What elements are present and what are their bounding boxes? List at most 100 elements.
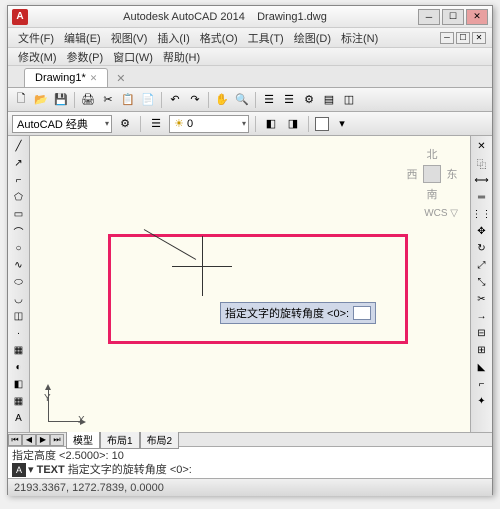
point-tool-icon[interactable]: · bbox=[10, 325, 28, 341]
menu-edit[interactable]: 编辑(E) bbox=[60, 28, 105, 48]
ellipse-arc-icon[interactable]: ◡ bbox=[10, 291, 28, 307]
join-tool-icon[interactable]: ⊞ bbox=[473, 342, 491, 358]
mdi-minimize[interactable]: ─ bbox=[440, 32, 454, 44]
extend-tool-icon[interactable]: → bbox=[473, 308, 491, 324]
print-icon[interactable]: 🖨 bbox=[79, 91, 97, 109]
pline-tool-icon[interactable]: ⌐ bbox=[10, 172, 28, 188]
mirror-tool-icon[interactable]: ⟷ bbox=[473, 172, 491, 188]
menu-view[interactable]: 视图(V) bbox=[107, 28, 152, 48]
close-button[interactable]: ✕ bbox=[466, 9, 488, 25]
drawing-canvas[interactable]: 北 西东 南 WCS ▽ 指定文字的旋转角度 <0>: Y X bbox=[30, 136, 470, 432]
minimize-button[interactable]: ─ bbox=[418, 9, 440, 25]
offset-tool-icon[interactable]: ═ bbox=[473, 189, 491, 205]
tab-layout2[interactable]: 布局2 bbox=[140, 430, 180, 449]
pan-icon[interactable]: ✋ bbox=[213, 91, 231, 109]
explode-tool-icon[interactable]: ✦ bbox=[473, 393, 491, 409]
gradient-tool-icon[interactable]: ◐ bbox=[10, 359, 28, 375]
tab-drawing1[interactable]: Drawing1* ✕ bbox=[24, 68, 108, 87]
layer-tool2[interactable]: ◨ bbox=[284, 115, 302, 133]
scroll-first[interactable]: ⏮ bbox=[8, 434, 22, 446]
color-swatch[interactable] bbox=[315, 117, 329, 131]
erase-tool-icon[interactable]: ✕ bbox=[473, 138, 491, 154]
tab-label: Drawing1* bbox=[35, 72, 86, 84]
dynamic-input-prompt: 指定文字的旋转角度 <0>: bbox=[220, 302, 376, 324]
tool3-icon[interactable]: ◫ bbox=[340, 91, 358, 109]
text-tool-icon[interactable]: A bbox=[10, 410, 28, 426]
menu-tools[interactable]: 工具(T) bbox=[244, 28, 288, 48]
ws-settings-icon[interactable]: ⚙ bbox=[116, 115, 134, 133]
stretch-tool-icon[interactable]: ⤡ bbox=[473, 274, 491, 290]
document-tabs: Drawing1* ✕ ✕ bbox=[8, 66, 492, 88]
rect-tool-icon[interactable]: ▭ bbox=[10, 206, 28, 222]
scroll-last[interactable]: ⏭ bbox=[50, 434, 64, 446]
hatch-tool-icon[interactable]: ▦ bbox=[10, 342, 28, 358]
ray-tool-icon[interactable]: ↗ bbox=[10, 155, 28, 171]
arc-tool-icon[interactable]: ⌒ bbox=[10, 223, 28, 239]
wcs-label[interactable]: WCS ▽ bbox=[424, 208, 458, 219]
table-tool-icon[interactable]: ▦ bbox=[10, 393, 28, 409]
tab-close-icon[interactable]: ✕ bbox=[90, 73, 98, 84]
menu-modify[interactable]: 修改(M) bbox=[14, 47, 61, 67]
zoom-icon[interactable]: 🔍 bbox=[233, 91, 251, 109]
viewcube[interactable]: 北 西东 南 bbox=[402, 144, 462, 204]
prompt-input[interactable] bbox=[353, 306, 371, 320]
layer-tool1[interactable]: ◧ bbox=[262, 115, 280, 133]
save-icon[interactable]: 💾 bbox=[52, 91, 70, 109]
more-layers[interactable]: ▾ bbox=[333, 115, 351, 133]
maximize-button[interactable]: ☐ bbox=[442, 9, 464, 25]
line-tool-icon[interactable]: ╱ bbox=[10, 138, 28, 154]
menu-dimension[interactable]: 标注(N) bbox=[337, 28, 382, 48]
viewcube-top[interactable] bbox=[423, 165, 441, 183]
cmd-logo-icon: A bbox=[12, 463, 26, 477]
break-tool-icon[interactable]: ⊟ bbox=[473, 325, 491, 341]
paste-icon[interactable]: 📄 bbox=[139, 91, 157, 109]
props-icon[interactable]: ☰ bbox=[260, 91, 278, 109]
copy-icon[interactable]: 📋 bbox=[119, 91, 137, 109]
ucs-x-axis bbox=[48, 421, 80, 422]
mdi-close[interactable]: ✕ bbox=[472, 32, 486, 44]
region-tool-icon[interactable]: ◧ bbox=[10, 376, 28, 392]
menu-parametric[interactable]: 参数(P) bbox=[63, 47, 108, 67]
mdi-restore[interactable]: ☐ bbox=[456, 32, 470, 44]
move-tool-icon[interactable]: ✥ bbox=[473, 223, 491, 239]
block-tool-icon[interactable]: ◫ bbox=[10, 308, 28, 324]
ellipse-tool-icon[interactable]: ⬭ bbox=[10, 274, 28, 290]
tab-model[interactable]: 模型 bbox=[66, 430, 100, 449]
trim-tool-icon[interactable]: ✂ bbox=[473, 291, 491, 307]
chamfer-tool-icon[interactable]: ◣ bbox=[473, 359, 491, 375]
menu-file[interactable]: 文件(F) bbox=[14, 28, 58, 48]
redo-icon[interactable]: ↷ bbox=[186, 91, 204, 109]
tool2-icon[interactable]: ▤ bbox=[320, 91, 338, 109]
undo-icon[interactable]: ↶ bbox=[166, 91, 184, 109]
cut-icon[interactable]: ✂ bbox=[99, 91, 117, 109]
circle-tool-icon[interactable]: ○ bbox=[10, 240, 28, 256]
menu-format[interactable]: 格式(O) bbox=[196, 28, 242, 48]
layer-dropdown[interactable]: ☀ 0 bbox=[169, 115, 249, 133]
tab-layout1[interactable]: 布局1 bbox=[100, 430, 140, 449]
command-window[interactable]: 指定高度 <2.5000>: 10 A▾ TEXT 指定文字的旋转角度 <0>: bbox=[8, 446, 492, 478]
spline-tool-icon[interactable]: ∿ bbox=[10, 257, 28, 273]
tool-icon[interactable]: ⚙ bbox=[300, 91, 318, 109]
coords-readout: 2193.3367, 1272.7839, 0.0000 bbox=[14, 482, 164, 494]
new-tab-button[interactable]: ✕ bbox=[112, 70, 129, 87]
rotate-tool-icon[interactable]: ↻ bbox=[473, 240, 491, 256]
array-tool-icon[interactable]: ⋮⋮ bbox=[473, 206, 491, 222]
draw-toolbar: ╱ ↗ ⌐ ⬠ ▭ ⌒ ○ ∿ ⬭ ◡ ◫ · ▦ ◐ ◧ ▦ A bbox=[8, 136, 30, 432]
ucs-y-arrow bbox=[45, 384, 51, 390]
menu-insert[interactable]: 插入(I) bbox=[153, 28, 193, 48]
menu-draw[interactable]: 绘图(D) bbox=[290, 28, 335, 48]
menu-help[interactable]: 帮助(H) bbox=[159, 47, 204, 67]
fillet-tool-icon[interactable]: ⌐ bbox=[473, 376, 491, 392]
layer-props-icon[interactable]: ☰ bbox=[147, 115, 165, 133]
scroll-prev[interactable]: ◀ bbox=[22, 434, 36, 446]
scroll-next[interactable]: ▶ bbox=[36, 434, 50, 446]
new-icon[interactable]: 🗋 bbox=[12, 91, 30, 109]
menu-window[interactable]: 窗口(W) bbox=[109, 47, 157, 67]
scale-tool-icon[interactable]: ⤢ bbox=[473, 257, 491, 273]
layout-bar: ⏮ ◀ ▶ ⏭ 模型 布局1 布局2 bbox=[8, 432, 492, 446]
workspace-dropdown[interactable]: AutoCAD 经典 bbox=[12, 115, 112, 133]
layers-icon[interactable]: ☰ bbox=[280, 91, 298, 109]
polygon-tool-icon[interactable]: ⬠ bbox=[10, 189, 28, 205]
open-icon[interactable]: 📂 bbox=[32, 91, 50, 109]
copy-tool-icon[interactable]: ⿻ bbox=[473, 155, 491, 171]
